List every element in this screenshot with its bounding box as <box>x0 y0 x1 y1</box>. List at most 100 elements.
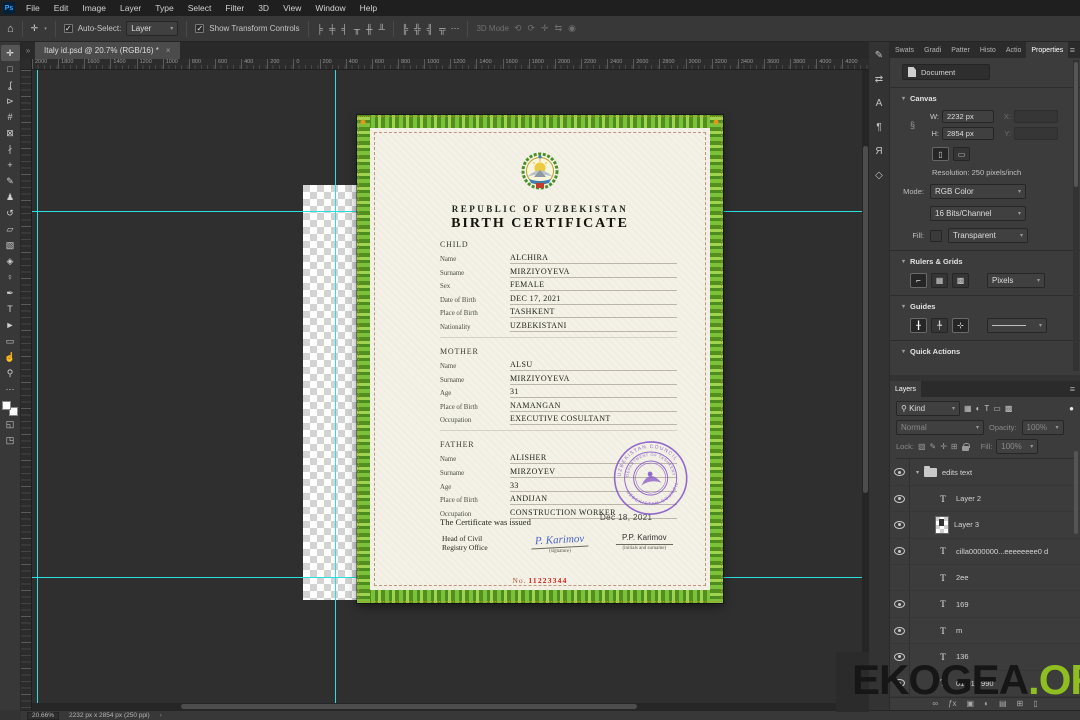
edit-guides-button[interactable]: ⊹ <box>952 318 969 333</box>
distribute-icon[interactable]: ╠ <box>402 24 408 34</box>
align-icon[interactable]: ╪ <box>329 24 335 34</box>
layer-filter-icon[interactable]: T <box>984 404 989 413</box>
screen-mode-button[interactable]: ◳ <box>1 432 20 448</box>
tool-button[interactable]: T <box>1 301 20 317</box>
layer-filter-kind-dropdown[interactable]: ⚲ Kind ▾ <box>896 401 960 417</box>
layer-filter-icon[interactable]: ▭ <box>993 404 1001 413</box>
lock-option-icon[interactable]: ✎ <box>930 442 937 451</box>
tool-button[interactable]: ☝ <box>1 349 20 365</box>
tool-button[interactable]: ▧ <box>1 237 20 253</box>
layer-row[interactable]: ▾ T m <box>890 617 1080 645</box>
tool-button[interactable]: ▭ <box>1 333 20 349</box>
horizontal-ruler[interactable]: 2000 1800 1600 1400 1200 1000 800 600 400 200 0 200… <box>21 59 869 70</box>
toggle-guides-button[interactable]: ╂ <box>910 318 927 333</box>
tool-button[interactable]: + <box>1 157 20 173</box>
menu-item[interactable]: View <box>276 0 308 16</box>
layer-visibility-toggle[interactable] <box>890 617 910 644</box>
document-tab[interactable]: Italy id.psd @ 20.7% (RGB/16) * × <box>35 42 180 59</box>
tool-button[interactable]: ♟ <box>1 189 20 205</box>
align-icon[interactable]: ╡ <box>341 24 347 34</box>
filter-toggle-icon[interactable]: ● <box>1069 404 1074 413</box>
tool-button[interactable]: ✒ <box>1 285 20 301</box>
layer-filter-icon[interactable]: ▦ <box>964 404 972 413</box>
layer-visibility-toggle[interactable] <box>890 512 910 538</box>
distribute-icon[interactable]: ╦ <box>439 24 445 34</box>
align-icon[interactable]: ╥ <box>354 24 360 34</box>
tool-button[interactable]: ⋯ <box>1 381 20 397</box>
width-field[interactable]: 2232 px <box>942 110 994 123</box>
document-type-button[interactable]: Document <box>902 64 990 80</box>
menu-item[interactable]: Window <box>308 0 352 16</box>
zoom-level-field[interactable]: 20.66% <box>27 711 60 720</box>
menu-item[interactable]: 3D <box>251 0 276 16</box>
guide-style-dropdown[interactable]: ▾ <box>987 318 1047 333</box>
panel-tab[interactable]: Histo <box>975 42 1001 58</box>
tool-button[interactable]: ⊳ <box>1 93 20 109</box>
layer-filter-icon[interactable]: ◐ <box>976 404 981 413</box>
menu-item[interactable]: Layer <box>113 0 148 16</box>
guide-vertical[interactable] <box>335 70 336 710</box>
status-caret-icon[interactable]: › <box>160 712 162 719</box>
layer-visibility-toggle[interactable] <box>890 459 910 485</box>
show-transform-checkbox[interactable]: ✓ <box>195 24 205 33</box>
guide-vertical[interactable] <box>37 70 38 710</box>
tool-button[interactable]: ✎ <box>1 173 20 189</box>
landscape-orientation-button[interactable]: ▭ <box>953 147 970 161</box>
fill-dropdown[interactable]: Transparent ▾ <box>948 228 1028 243</box>
lock-all-icon[interactable] <box>961 442 970 451</box>
menu-item[interactable]: File <box>19 0 47 16</box>
transparent-layer-region[interactable] <box>303 185 357 600</box>
foreground-color-swatch[interactable] <box>2 401 11 410</box>
layer-row[interactable]: ▾ T Layer 2 <box>890 485 1080 513</box>
menu-item[interactable]: Help <box>353 0 384 16</box>
fill-opacity-field[interactable]: 100% ▾ <box>996 439 1039 455</box>
lock-option-icon[interactable]: ▨ <box>918 442 926 451</box>
vertical-scrollbar[interactable] <box>862 70 869 702</box>
tool-button[interactable]: ► <box>1 317 20 333</box>
auto-select-target-dropdown[interactable]: Layer ▾ <box>126 21 179 36</box>
group-chevron-icon[interactable]: ▾ <box>916 469 919 476</box>
layer-row[interactable]: ▾ T 2ee <box>890 565 1080 592</box>
layer-row[interactable]: ▾ T Layer 3 <box>890 512 1080 539</box>
toggle-pixel-grid-button[interactable]: ▩ <box>952 273 969 288</box>
tool-button[interactable]: □ <box>1 61 20 77</box>
units-dropdown[interactable]: Pixels ▾ <box>987 273 1045 288</box>
align-icon[interactable]: ╨ <box>379 24 385 34</box>
layer-visibility-toggle[interactable] <box>890 565 910 591</box>
more-options-icon[interactable]: ⋯ <box>450 23 459 34</box>
blend-mode-dropdown[interactable]: Normal ▾ <box>896 420 984 436</box>
panel-dock-icon[interactable]: A <box>876 98 883 109</box>
tool-button[interactable]: ↺ <box>1 205 20 221</box>
panel-dock-icon[interactable]: ¶ <box>876 122 881 133</box>
tool-button[interactable]: ⊠ <box>1 125 20 141</box>
portrait-orientation-button[interactable]: ▯ <box>932 147 949 161</box>
menu-item[interactable]: Image <box>75 0 113 16</box>
color-mode-dropdown[interactable]: RGB Color ▾ <box>930 184 1026 199</box>
canvas-pasteboard[interactable]: REPUBLIC OF UZBEKISTAN BIRTH CERTIFICATE… <box>32 70 869 710</box>
menu-item[interactable]: Edit <box>47 0 76 16</box>
layer-visibility-toggle[interactable] <box>890 538 910 565</box>
menu-item[interactable]: Type <box>148 0 180 16</box>
panel-tab[interactable]: Gradi <box>919 42 946 58</box>
layer-visibility-toggle[interactable] <box>890 591 910 617</box>
guides-section-header[interactable]: ▾ Guides <box>902 302 1070 311</box>
panel-tab[interactable]: Actio <box>1001 42 1027 58</box>
layer-row[interactable]: ▾ T cilla0000000...eeeeeeee0 d <box>890 538 1080 566</box>
tool-button[interactable]: ✛ <box>0 45 20 61</box>
certificate-document[interactable]: REPUBLIC OF UZBEKISTAN BIRTH CERTIFICATE… <box>357 115 723 603</box>
distribute-icon[interactable]: ╬ <box>414 24 420 34</box>
canvas-section-header[interactable]: ▾ Canvas <box>902 94 1070 103</box>
tool-button[interactable]: ∤ <box>1 141 20 157</box>
menu-item[interactable]: Filter <box>218 0 251 16</box>
layer-visibility-toggle[interactable] <box>890 485 910 512</box>
panel-tab[interactable]: Swats <box>890 42 919 58</box>
tool-button[interactable]: ◈ <box>1 253 20 269</box>
layer-filter-icon[interactable]: ▩ <box>1005 404 1013 413</box>
vertical-ruler[interactable] <box>21 70 32 710</box>
collapse-panels-icon[interactable]: » <box>21 42 35 59</box>
quick-mask-button[interactable]: ◱ <box>1 416 20 432</box>
lock-option-icon[interactable]: ✛ <box>940 442 947 451</box>
panel-scrollbar[interactable] <box>1073 60 1079 372</box>
layer-row[interactable]: ▾ T 169 <box>890 591 1080 618</box>
panel-tab[interactable]: Patter <box>946 42 975 58</box>
